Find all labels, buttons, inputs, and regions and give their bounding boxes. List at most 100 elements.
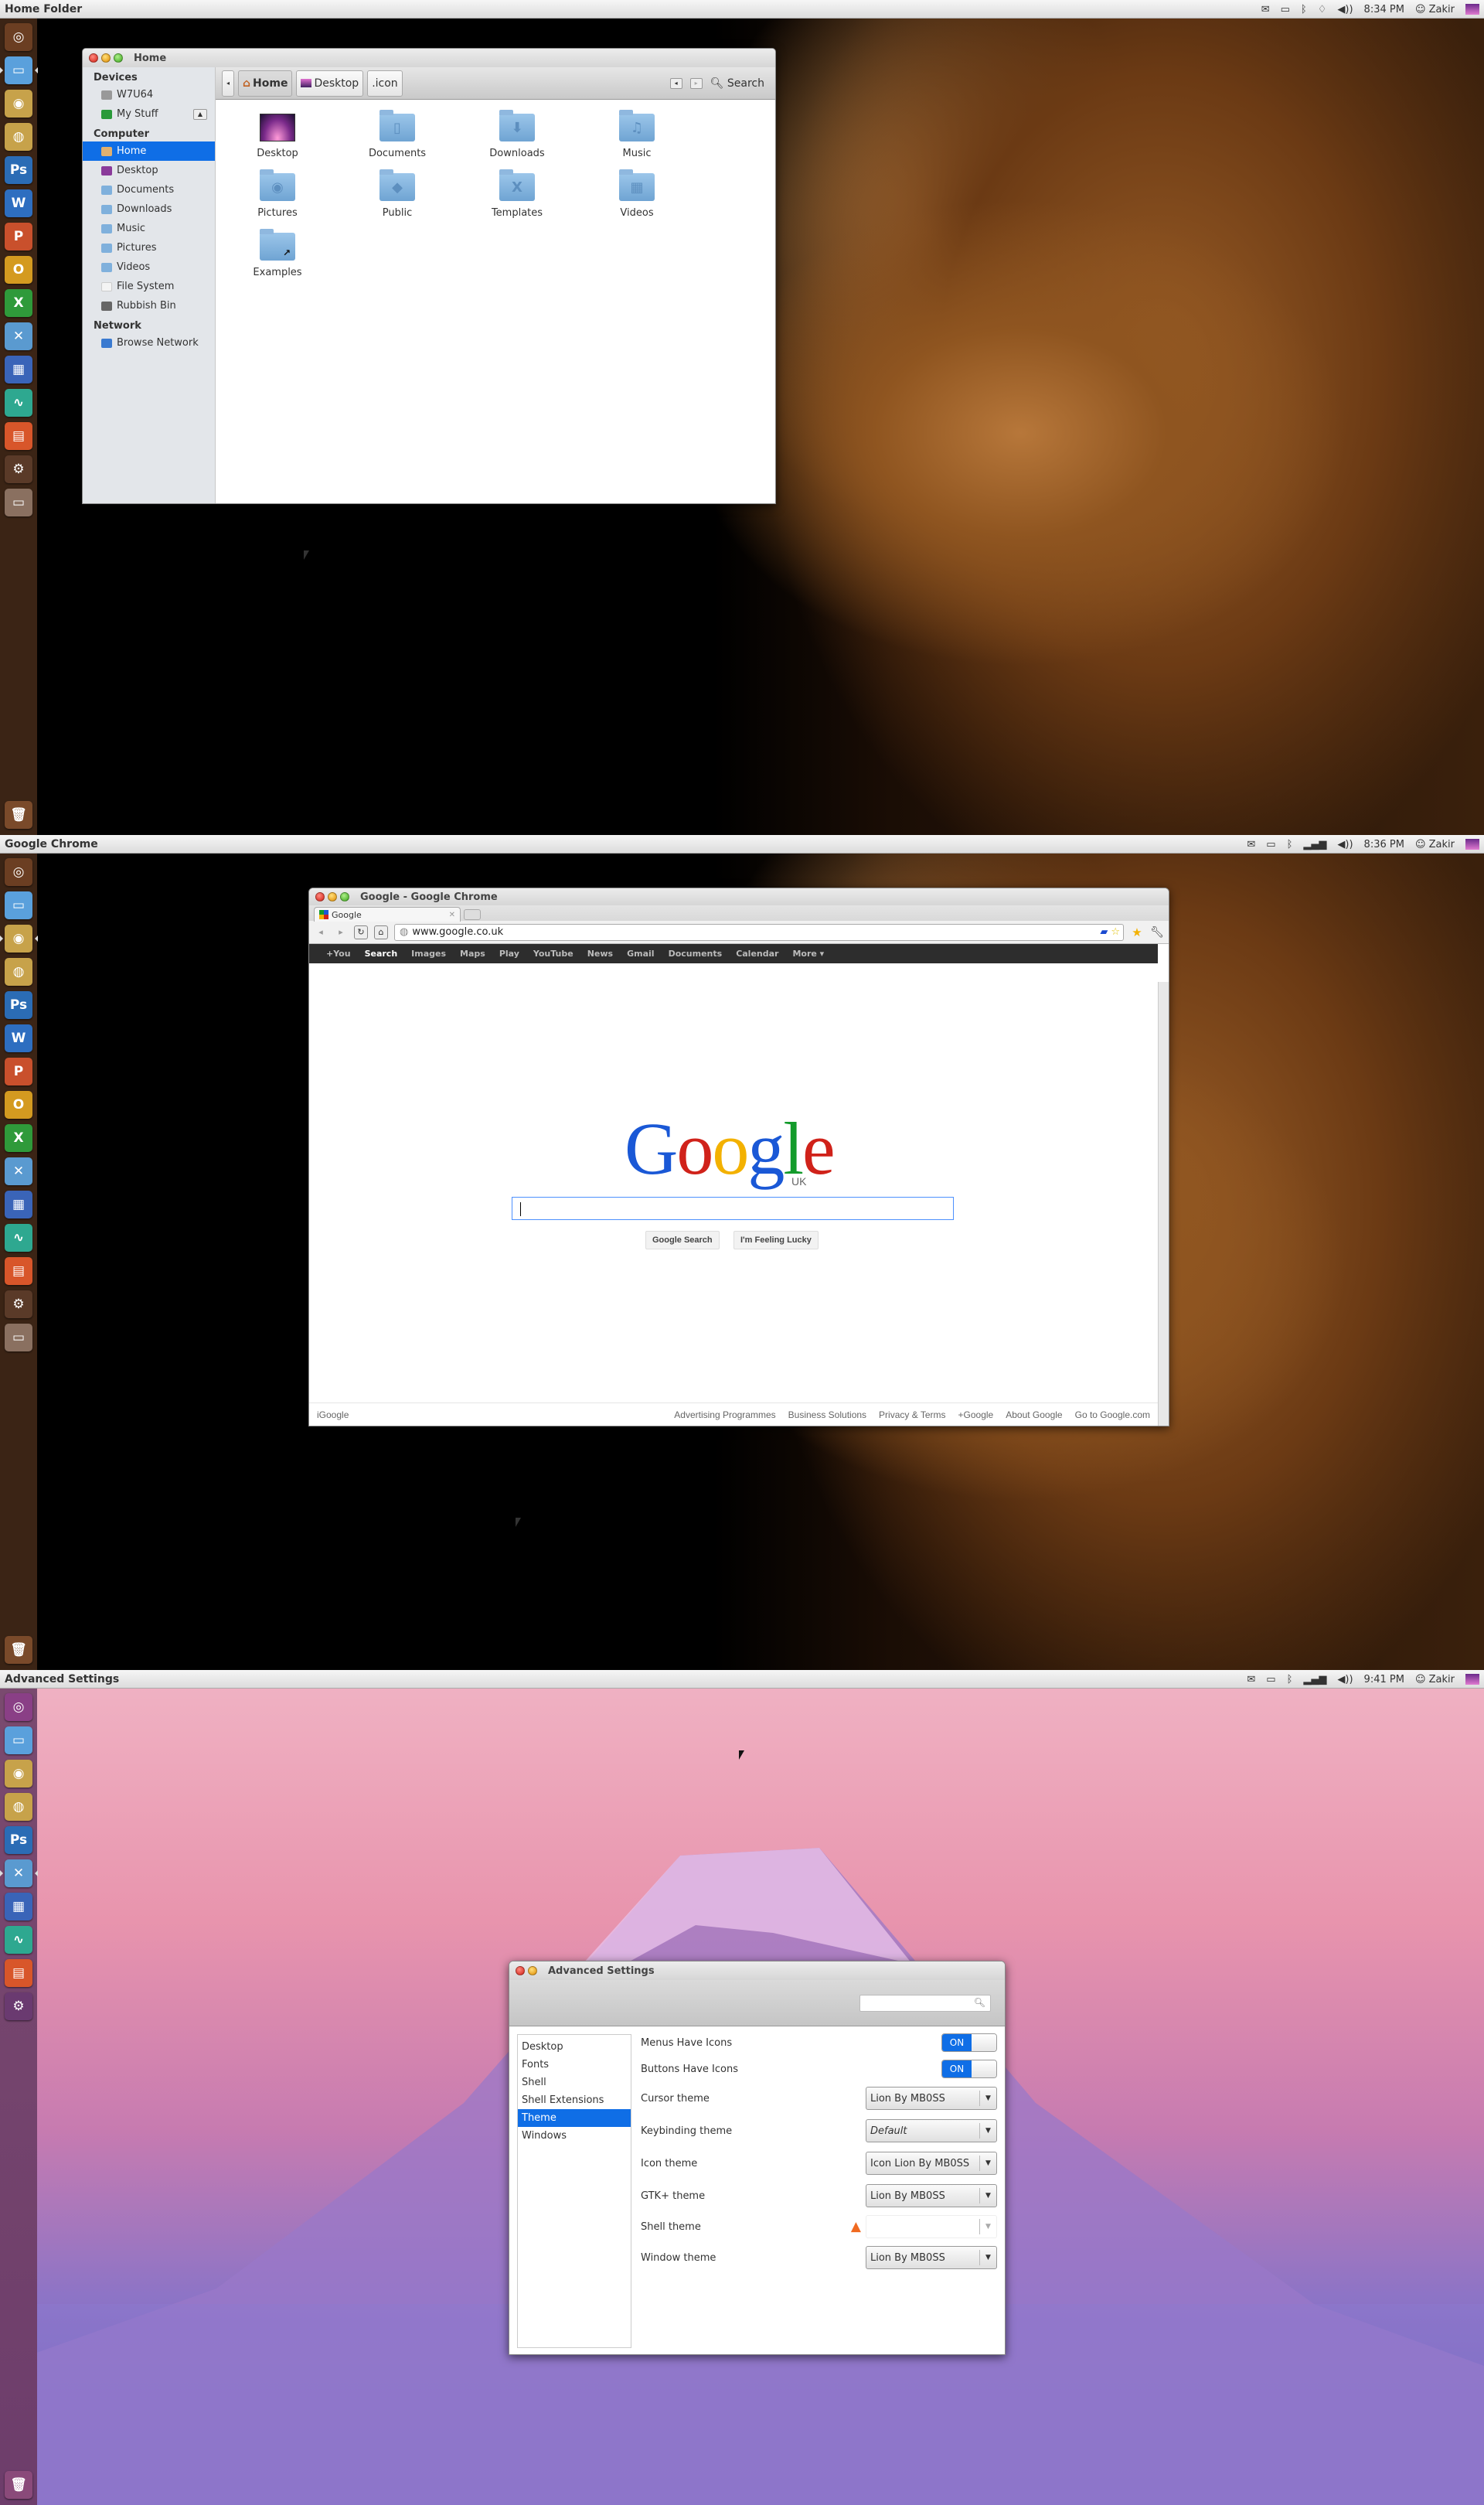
clock[interactable]: 8:34 PM	[1364, 4, 1404, 15]
file-item[interactable]: ⬇ Downloads	[475, 110, 560, 159]
category-shell[interactable]: Shell	[518, 2074, 631, 2091]
close-tab-icon[interactable]: ✕	[449, 911, 455, 919]
forward-button[interactable]: ▸	[689, 77, 703, 89]
settings-search-input[interactable]: 🔍︎	[859, 1995, 991, 2012]
menus-have-icons-toggle[interactable]: ON	[941, 2033, 997, 2052]
tools-folder-icon[interactable]: ✕	[5, 322, 32, 350]
file-item[interactable]: ▦ Videos	[594, 169, 679, 219]
battery-icon[interactable]: ▭	[1266, 1674, 1275, 1685]
user-menu[interactable]: ☺ Zakir	[1415, 4, 1455, 15]
word-icon[interactable]: W	[5, 1024, 32, 1052]
ubuntu-dash-icon[interactable]: ◎	[5, 1693, 32, 1721]
gbar-link[interactable]: +You	[326, 949, 351, 959]
file-item[interactable]: ◆ Public	[355, 169, 440, 219]
outlook-icon[interactable]: O	[5, 1091, 32, 1119]
sidebar-item-rubbish-bin[interactable]: Rubbish Bin	[83, 296, 215, 315]
workspaces-icon[interactable]: ▦	[5, 1893, 32, 1920]
settings-icon[interactable]: ⚙	[5, 1992, 32, 2020]
forward-button[interactable]: ▸	[334, 925, 348, 939]
firefox-icon[interactable]: ◍	[5, 958, 32, 986]
gbar-link[interactable]: Images	[411, 949, 446, 959]
footer-link[interactable]: +Google	[958, 1409, 994, 1420]
files-icon[interactable]: ▭	[0, 56, 38, 84]
vertical-scrollbar[interactable]	[1158, 982, 1169, 1426]
file-item[interactable]: Desktop	[235, 114, 320, 159]
workspaces-icon[interactable]: ▦	[5, 356, 32, 383]
mail-icon[interactable]: ✉	[1247, 1674, 1255, 1685]
icon-theme-select[interactable]: Icon Lion By MB0SS ▼	[866, 2152, 997, 2175]
back-button[interactable]: ◂	[669, 77, 682, 89]
close-button[interactable]	[516, 1966, 525, 1975]
close-button[interactable]	[315, 892, 325, 901]
minimize-button[interactable]	[328, 892, 337, 901]
file-item[interactable]: ▯ Documents	[355, 110, 440, 159]
firefox-icon[interactable]: ◍	[5, 1793, 32, 1821]
bluetooth-icon[interactable]: ᛒ	[1301, 4, 1307, 15]
category-fonts[interactable]: Fonts	[518, 2056, 631, 2074]
trash-icon[interactable]: 🗑	[5, 1636, 32, 1664]
signal-icon[interactable]: ▂▄▆	[1303, 1674, 1326, 1685]
clock[interactable]: 9:41 PM	[1364, 1674, 1404, 1685]
address-bar[interactable]: ◍ www.google.co.uk ▰ ☆	[394, 923, 1124, 941]
system-monitor-icon[interactable]: ∿	[5, 1926, 32, 1954]
search-button[interactable]: 🔍︎ Search	[710, 77, 764, 90]
sidebar-item-videos[interactable]: Videos	[83, 257, 215, 277]
battery-icon[interactable]: ▭	[1266, 839, 1275, 850]
photoshop-icon[interactable]: Ps	[5, 1826, 32, 1854]
bluetooth-icon[interactable]: ᛒ	[1287, 839, 1293, 850]
category-shell-extensions[interactable]: Shell Extensions	[518, 2091, 631, 2109]
trash-icon[interactable]: 🗑	[5, 801, 32, 829]
close-button[interactable]	[89, 53, 98, 63]
user-menu[interactable]: ☺ Zakir	[1415, 1674, 1455, 1685]
file-item[interactable]: ♫ Music	[594, 110, 679, 159]
software-center-icon[interactable]: ▤	[5, 1257, 32, 1285]
gbar-link-selected[interactable]: Search	[365, 949, 398, 959]
session-icon[interactable]	[1465, 1674, 1479, 1685]
battery-icon[interactable]: ▭	[1281, 4, 1290, 15]
window-titlebar[interactable]: Home	[83, 49, 775, 67]
category-windows[interactable]: Windows	[518, 2127, 631, 2145]
photoshop-icon[interactable]: Ps	[5, 156, 32, 184]
sidebar-item-desktop[interactable]: Desktop	[83, 161, 215, 180]
wrench-icon[interactable]: 🔧︎	[1150, 925, 1164, 939]
footer-link[interactable]: Go to Google.com	[1075, 1409, 1150, 1420]
files-icon[interactable]: ▭	[5, 1726, 32, 1754]
gbar-link[interactable]: Documents	[669, 949, 723, 959]
footer-link-igoogle[interactable]: iGoogle	[317, 1409, 349, 1420]
footer-link[interactable]: About Google	[1006, 1409, 1062, 1420]
outlook-icon[interactable]: O	[5, 256, 32, 284]
cursor-theme-select[interactable]: Lion By MB0SS ▼	[866, 2087, 997, 2110]
gtk-theme-select[interactable]: Lion By MB0SS ▼	[866, 2184, 997, 2207]
maximize-button[interactable]	[114, 53, 123, 63]
gbar-link[interactable]: Gmail	[627, 949, 654, 959]
maximize-button[interactable]	[340, 892, 349, 901]
home-button[interactable]: ⌂	[374, 925, 388, 939]
trash-icon[interactable]: 🗑	[5, 2471, 32, 2499]
breadcrumb-icon[interactable]: .icon	[367, 70, 403, 97]
session-icon[interactable]	[1465, 4, 1479, 15]
sidebar-item-downloads[interactable]: Downloads	[83, 199, 215, 219]
volume-icon[interactable]: ◀))	[1337, 839, 1353, 850]
back-button[interactable]: ◂	[314, 925, 328, 939]
google-search-input[interactable]	[512, 1197, 954, 1220]
gbar-link[interactable]: Maps	[460, 949, 485, 959]
workspaces-icon[interactable]: ▦	[5, 1191, 32, 1218]
category-theme[interactable]: Theme	[518, 2109, 631, 2127]
feeling-lucky-button[interactable]: I'm Feeling Lucky	[733, 1231, 819, 1249]
file-item[interactable]: ◉ Pictures	[235, 169, 320, 219]
gbar-more-menu[interactable]: More ▾	[792, 949, 824, 959]
settings-icon[interactable]: ⚙	[5, 455, 32, 483]
tab-google[interactable]: Google ✕	[314, 907, 461, 922]
bookmarks-star-icon[interactable]: ★	[1130, 925, 1144, 939]
sidebar-item-music[interactable]: Music	[83, 219, 215, 238]
powerpoint-icon[interactable]: P	[5, 1058, 32, 1086]
drive-icon[interactable]: ▭	[5, 1324, 32, 1351]
excel-icon[interactable]: X	[5, 1124, 32, 1152]
window-titlebar[interactable]: Advanced Settings	[509, 1961, 1005, 1980]
sidebar-item-pictures[interactable]: Pictures	[83, 238, 215, 257]
volume-icon[interactable]: ◀))	[1337, 4, 1353, 15]
word-icon[interactable]: W	[5, 189, 32, 217]
files-icon[interactable]: ▭	[5, 891, 32, 919]
bookmark-star-icon[interactable]: ☆	[1111, 926, 1120, 938]
system-monitor-icon[interactable]: ∿	[5, 389, 32, 417]
